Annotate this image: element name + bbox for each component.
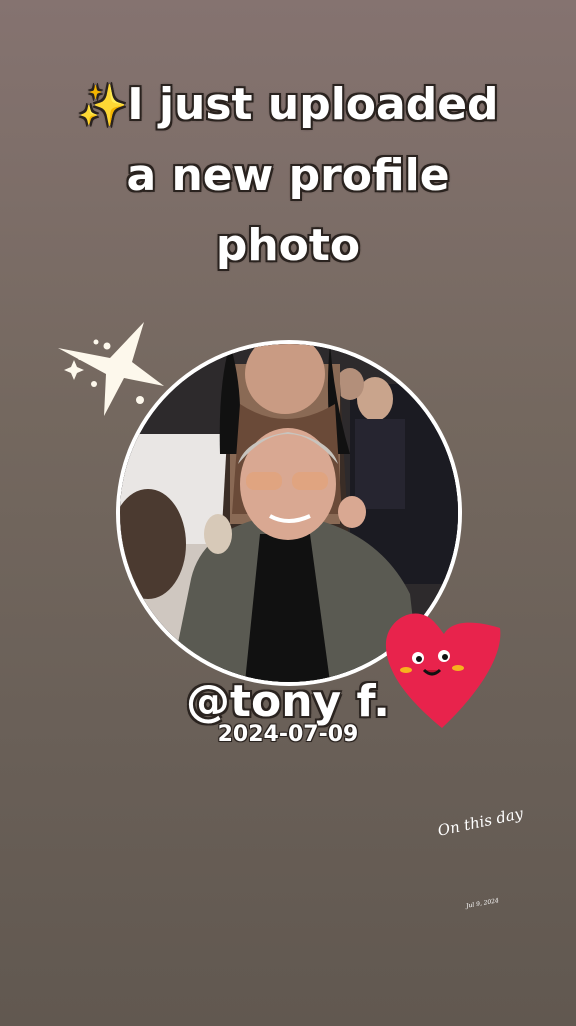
on-this-day-label: On this day: [436, 804, 525, 840]
headline-text-1: I just uploaded: [127, 79, 499, 130]
sparkles-icon: ✨: [77, 83, 128, 129]
headline-line-1: ✨I just uploaded: [0, 70, 576, 141]
headline-line-2: a new profile: [126, 150, 450, 201]
story-headline: ✨I just uploaded a new profile photo: [0, 70, 576, 281]
headline-line-3: photo: [215, 220, 361, 271]
memory-date: Jul 9, 2024: [465, 897, 500, 910]
username-label[interactable]: @tony f.: [0, 676, 576, 727]
upload-date: 2024-07-09: [217, 722, 359, 747]
